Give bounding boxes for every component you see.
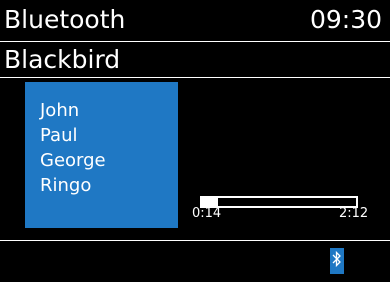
header-bar: Bluetooth 09:30 xyxy=(0,0,390,42)
source-label: Bluetooth xyxy=(4,5,126,34)
track-title-row: Blackbird xyxy=(0,42,390,78)
track-title: Blackbird xyxy=(4,45,121,74)
artist-list: John Paul George Ringo xyxy=(25,82,178,198)
artist-line: George xyxy=(40,150,106,171)
footer-divider xyxy=(0,240,390,241)
artist-line: Paul xyxy=(40,125,78,146)
elapsed-time: 0:14 xyxy=(192,206,222,221)
bluetooth-status xyxy=(330,248,344,274)
artist-line: John xyxy=(40,100,80,121)
artist-line: Ringo xyxy=(40,175,92,196)
progress-fill xyxy=(202,198,219,206)
total-time: 2:12 xyxy=(339,206,369,221)
bluetooth-icon xyxy=(332,250,342,272)
clock: 09:30 xyxy=(309,5,382,34)
radio-display: Bluetooth 09:30 Blackbird John Paul Geor… xyxy=(0,0,390,282)
progress-bar xyxy=(200,196,358,208)
artist-info-box: John Paul George Ringo xyxy=(25,82,178,228)
